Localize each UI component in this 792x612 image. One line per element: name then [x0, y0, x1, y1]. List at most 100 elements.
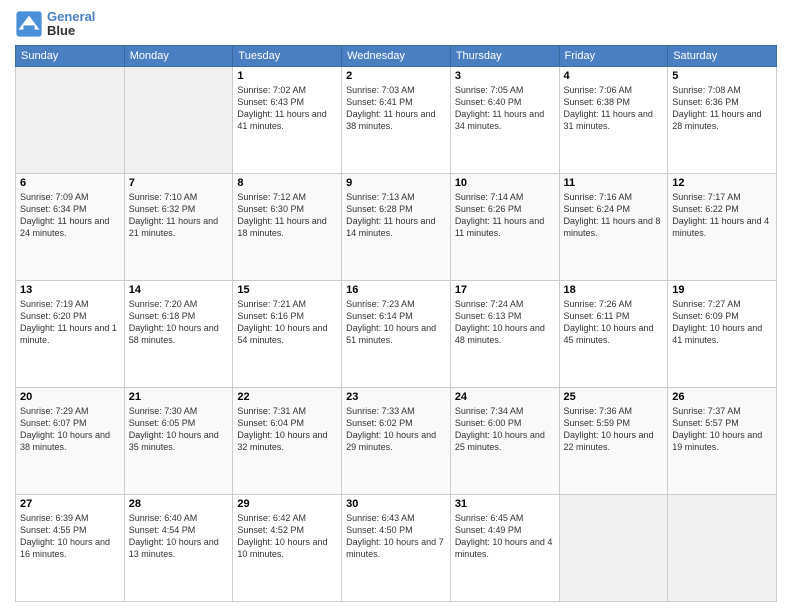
day-number: 13	[20, 284, 120, 296]
calendar-table: SundayMondayTuesdayWednesdayThursdayFrid…	[15, 45, 777, 602]
day-number: 7	[129, 177, 229, 189]
day-number: 26	[672, 391, 772, 403]
day-info: Sunrise: 7:16 AM Sunset: 6:24 PM Dayligh…	[564, 191, 664, 240]
day-number: 21	[129, 391, 229, 403]
calendar-cell: 7 Sunrise: 7:10 AM Sunset: 6:32 PM Daylig…	[124, 173, 233, 280]
day-number: 2	[346, 70, 446, 82]
day-info: Sunrise: 7:29 AM Sunset: 6:07 PM Dayligh…	[20, 405, 120, 454]
day-info: Sunrise: 7:33 AM Sunset: 6:02 PM Dayligh…	[346, 405, 446, 454]
calendar-cell: 14 Sunrise: 7:20 AM Sunset: 6:18 PM Dayli…	[124, 280, 233, 387]
day-info: Sunrise: 7:02 AM Sunset: 6:43 PM Dayligh…	[237, 84, 337, 133]
day-number: 5	[672, 70, 772, 82]
col-header-friday: Friday	[559, 45, 668, 66]
day-number: 20	[20, 391, 120, 403]
day-info: Sunrise: 7:30 AM Sunset: 6:05 PM Dayligh…	[129, 405, 229, 454]
day-info: Sunrise: 7:20 AM Sunset: 6:18 PM Dayligh…	[129, 298, 229, 347]
day-info: Sunrise: 7:21 AM Sunset: 6:16 PM Dayligh…	[237, 298, 337, 347]
calendar-cell: 2 Sunrise: 7:03 AM Sunset: 6:41 PM Daylig…	[342, 66, 451, 173]
calendar-cell: 5 Sunrise: 7:08 AM Sunset: 6:36 PM Daylig…	[668, 66, 777, 173]
day-info: Sunrise: 7:27 AM Sunset: 6:09 PM Dayligh…	[672, 298, 772, 347]
day-info: Sunrise: 7:24 AM Sunset: 6:13 PM Dayligh…	[455, 298, 555, 347]
calendar-cell: 10 Sunrise: 7:14 AM Sunset: 6:26 PM Dayli…	[450, 173, 559, 280]
day-info: Sunrise: 7:13 AM Sunset: 6:28 PM Dayligh…	[346, 191, 446, 240]
calendar-cell: 3Sunrise: 7:05 AM Sunset: 6:40 PM Daylig…	[450, 66, 559, 173]
logo: GeneralBlue	[15, 10, 95, 39]
day-number: 17	[455, 284, 555, 296]
calendar-cell: 29 Sunrise: 6:42 AM Sunset: 4:52 PM Dayli…	[233, 494, 342, 601]
day-info: Sunrise: 6:43 AM Sunset: 4:50 PM Dayligh…	[346, 512, 446, 561]
calendar-cell: 28Sunrise: 6:40 AM Sunset: 4:54 PM Dayli…	[124, 494, 233, 601]
day-info: Sunrise: 7:34 AM Sunset: 6:00 PM Dayligh…	[455, 405, 555, 454]
day-info: Sunrise: 6:45 AM Sunset: 4:49 PM Dayligh…	[455, 512, 555, 561]
day-info: Sunrise: 7:23 AM Sunset: 6:14 PM Dayligh…	[346, 298, 446, 347]
day-info: Sunrise: 7:26 AM Sunset: 6:11 PM Dayligh…	[564, 298, 664, 347]
calendar-cell	[559, 494, 668, 601]
col-header-wednesday: Wednesday	[342, 45, 451, 66]
day-number: 22	[237, 391, 337, 403]
calendar-cell: 19Sunrise: 7:27 AM Sunset: 6:09 PM Dayli…	[668, 280, 777, 387]
col-header-thursday: Thursday	[450, 45, 559, 66]
day-number: 12	[672, 177, 772, 189]
day-number: 11	[564, 177, 664, 189]
calendar-cell: 6Sunrise: 7:09 AM Sunset: 6:34 PM Daylig…	[16, 173, 125, 280]
day-number: 3	[455, 70, 555, 82]
day-info: Sunrise: 7:03 AM Sunset: 6:41 PM Dayligh…	[346, 84, 446, 133]
day-info: Sunrise: 7:10 AM Sunset: 6:32 PM Dayligh…	[129, 191, 229, 240]
day-info: Sunrise: 7:31 AM Sunset: 6:04 PM Dayligh…	[237, 405, 337, 454]
calendar-cell: 12 Sunrise: 7:17 AM Sunset: 6:22 PM Dayli…	[668, 173, 777, 280]
day-number: 24	[455, 391, 555, 403]
header: GeneralBlue	[15, 10, 777, 39]
calendar-cell: 1 Sunrise: 7:02 AM Sunset: 6:43 PM Daylig…	[233, 66, 342, 173]
day-number: 27	[20, 498, 120, 510]
calendar-cell	[668, 494, 777, 601]
calendar-cell: 15 Sunrise: 7:21 AM Sunset: 6:16 PM Dayli…	[233, 280, 342, 387]
calendar-cell	[124, 66, 233, 173]
calendar-cell: 22 Sunrise: 7:31 AM Sunset: 6:04 PM Dayli…	[233, 387, 342, 494]
day-number: 10	[455, 177, 555, 189]
day-number: 23	[346, 391, 446, 403]
week-row-4: 20 Sunrise: 7:29 AM Sunset: 6:07 PM Dayli…	[16, 387, 777, 494]
week-row-5: 27 Sunrise: 6:39 AM Sunset: 4:55 PM Dayli…	[16, 494, 777, 601]
calendar-cell: 21 Sunrise: 7:30 AM Sunset: 6:05 PM Dayli…	[124, 387, 233, 494]
calendar-cell: 26 Sunrise: 7:37 AM Sunset: 5:57 PM Dayli…	[668, 387, 777, 494]
day-info: Sunrise: 7:06 AM Sunset: 6:38 PM Dayligh…	[564, 84, 664, 133]
calendar-cell: 25Sunrise: 7:36 AM Sunset: 5:59 PM Dayli…	[559, 387, 668, 494]
logo-text: GeneralBlue	[47, 10, 95, 39]
day-number: 15	[237, 284, 337, 296]
week-row-2: 6Sunrise: 7:09 AM Sunset: 6:34 PM Daylig…	[16, 173, 777, 280]
day-number: 9	[346, 177, 446, 189]
day-info: Sunrise: 6:42 AM Sunset: 4:52 PM Dayligh…	[237, 512, 337, 561]
day-info: Sunrise: 7:12 AM Sunset: 6:30 PM Dayligh…	[237, 191, 337, 240]
calendar-cell: 13 Sunrise: 7:19 AM Sunset: 6:20 PM Dayli…	[16, 280, 125, 387]
day-info: Sunrise: 6:39 AM Sunset: 4:55 PM Dayligh…	[20, 512, 120, 561]
day-number: 30	[346, 498, 446, 510]
calendar-cell: 24 Sunrise: 7:34 AM Sunset: 6:00 PM Dayli…	[450, 387, 559, 494]
day-number: 31	[455, 498, 555, 510]
calendar-cell: 17 Sunrise: 7:24 AM Sunset: 6:13 PM Dayli…	[450, 280, 559, 387]
col-header-sunday: Sunday	[16, 45, 125, 66]
day-info: Sunrise: 7:09 AM Sunset: 6:34 PM Dayligh…	[20, 191, 120, 240]
day-number: 4	[564, 70, 664, 82]
week-row-1: 1 Sunrise: 7:02 AM Sunset: 6:43 PM Daylig…	[16, 66, 777, 173]
calendar-cell: 18 Sunrise: 7:26 AM Sunset: 6:11 PM Dayli…	[559, 280, 668, 387]
calendar-cell: 23 Sunrise: 7:33 AM Sunset: 6:02 PM Dayli…	[342, 387, 451, 494]
day-number: 29	[237, 498, 337, 510]
day-number: 18	[564, 284, 664, 296]
col-header-tuesday: Tuesday	[233, 45, 342, 66]
calendar-cell: 20 Sunrise: 7:29 AM Sunset: 6:07 PM Dayli…	[16, 387, 125, 494]
day-info: Sunrise: 6:40 AM Sunset: 4:54 PM Dayligh…	[129, 512, 229, 561]
calendar-cell: 9 Sunrise: 7:13 AM Sunset: 6:28 PM Daylig…	[342, 173, 451, 280]
day-number: 1	[237, 70, 337, 82]
day-number: 16	[346, 284, 446, 296]
day-info: Sunrise: 7:08 AM Sunset: 6:36 PM Dayligh…	[672, 84, 772, 133]
calendar-cell: 30 Sunrise: 6:43 AM Sunset: 4:50 PM Dayli…	[342, 494, 451, 601]
day-info: Sunrise: 7:19 AM Sunset: 6:20 PM Dayligh…	[20, 298, 120, 347]
day-info: Sunrise: 7:17 AM Sunset: 6:22 PM Dayligh…	[672, 191, 772, 240]
day-info: Sunrise: 7:37 AM Sunset: 5:57 PM Dayligh…	[672, 405, 772, 454]
calendar-cell: 11 Sunrise: 7:16 AM Sunset: 6:24 PM Dayli…	[559, 173, 668, 280]
day-info: Sunrise: 7:14 AM Sunset: 6:26 PM Dayligh…	[455, 191, 555, 240]
calendar-cell: 16 Sunrise: 7:23 AM Sunset: 6:14 PM Dayli…	[342, 280, 451, 387]
calendar-cell: 31 Sunrise: 6:45 AM Sunset: 4:49 PM Dayli…	[450, 494, 559, 601]
day-number: 14	[129, 284, 229, 296]
logo-line1: General	[47, 10, 95, 24]
